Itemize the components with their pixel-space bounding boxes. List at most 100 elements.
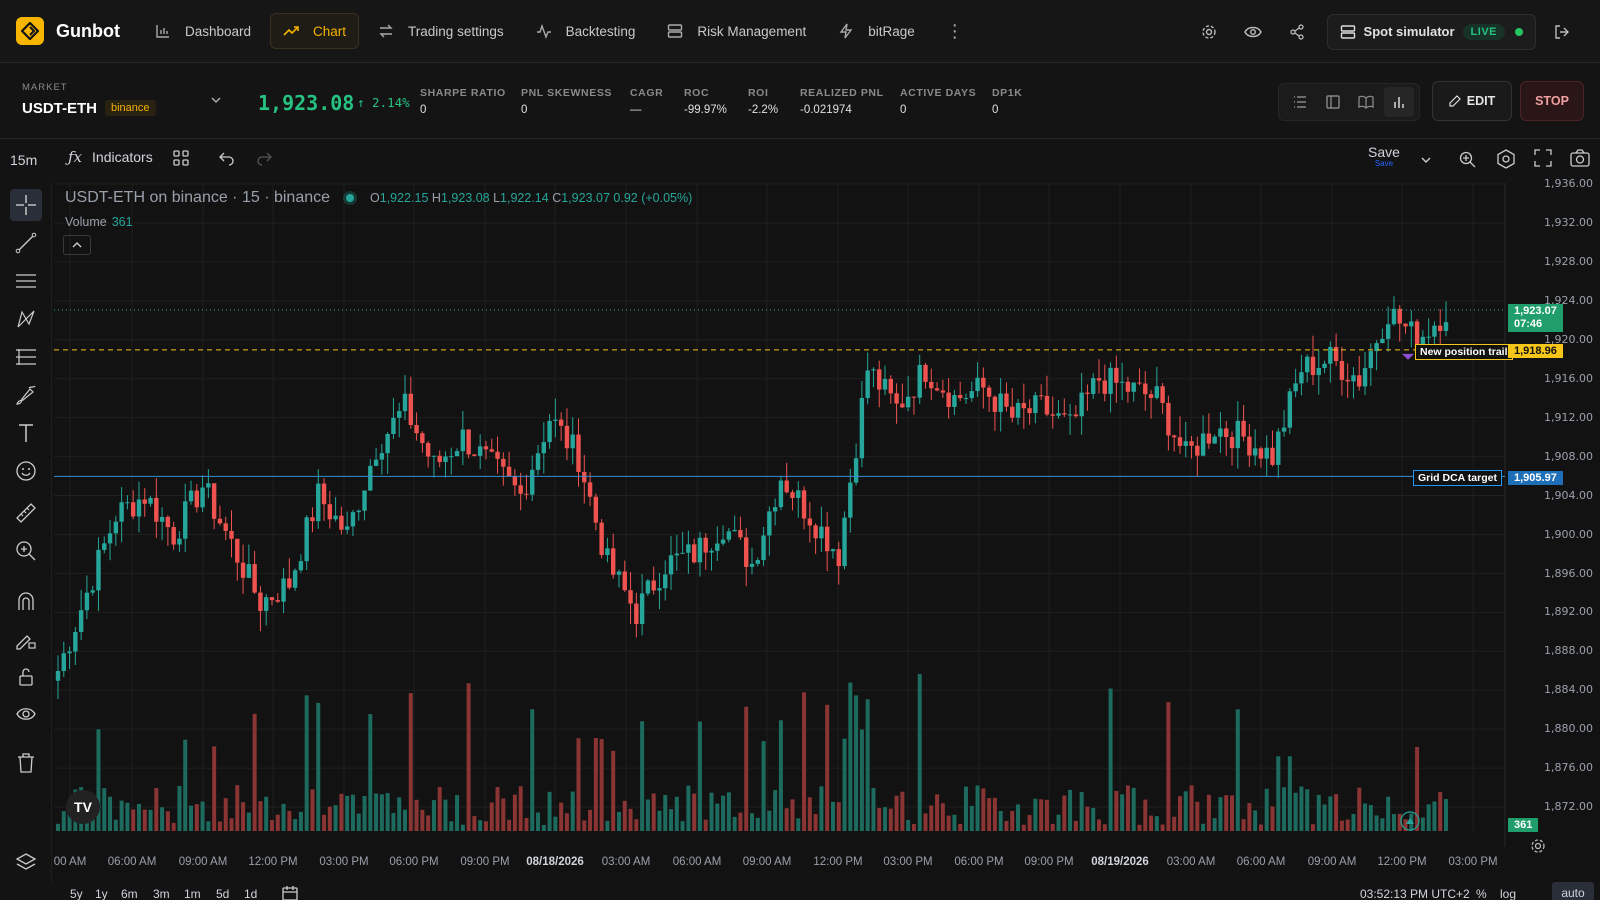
stop-button[interactable]: STOP — [1520, 81, 1584, 121]
save-dropdown-chevron-icon[interactable] — [1420, 153, 1432, 171]
calendar-icon[interactable] — [282, 886, 298, 900]
quick-search-icon[interactable] — [1458, 149, 1478, 174]
lock-icon[interactable] — [10, 661, 42, 693]
sidebar-view-icon[interactable] — [1318, 87, 1348, 117]
candle-body — [686, 544, 691, 553]
settings-gear-icon[interactable] — [1191, 14, 1227, 50]
bolt-icon — [839, 23, 853, 39]
share-icon[interactable] — [1279, 14, 1315, 50]
hide-drawings-icon[interactable] — [10, 699, 42, 731]
price-chart[interactable] — [54, 183, 1600, 847]
volume-bar — [327, 806, 332, 831]
chevron-down-icon[interactable] — [210, 93, 222, 111]
app-logo[interactable]: Gunbot — [16, 17, 120, 45]
undo-icon[interactable] — [218, 149, 236, 172]
range-button-3m[interactable]: 3m — [153, 887, 170, 900]
candle-body — [1409, 321, 1414, 327]
text-tool-icon[interactable] — [10, 417, 42, 449]
auto-scale-toggle[interactable]: auto — [1552, 882, 1594, 900]
nav-backtesting[interactable]: Backtesting — [523, 13, 649, 49]
market-pair[interactable]: USDT-ETH — [22, 100, 97, 117]
book-view-icon[interactable] — [1351, 87, 1381, 117]
camera-icon[interactable] — [1570, 149, 1590, 172]
pattern-icon[interactable] — [10, 303, 42, 335]
object-tree-icon[interactable] — [10, 847, 42, 879]
logout-icon[interactable] — [1544, 14, 1580, 50]
volume-bar — [969, 805, 974, 831]
zoom-in-icon[interactable] — [10, 535, 42, 567]
magnet-icon[interactable] — [10, 585, 42, 617]
volume-bar — [657, 810, 662, 831]
volume-bar — [1287, 756, 1292, 831]
list-view-icon[interactable] — [1285, 87, 1315, 117]
candle-body — [1131, 382, 1136, 392]
timeframe-selector[interactable]: 15m — [10, 152, 37, 168]
volume-bar — [1114, 790, 1119, 831]
nav-risk-management[interactable]: Risk Management — [654, 13, 819, 49]
trash-icon[interactable] — [10, 747, 42, 779]
candle-body — [720, 539, 726, 544]
volume-bar — [1374, 815, 1379, 831]
percent-scale-toggle[interactable]: % — [1476, 887, 1487, 900]
volume-bar — [1004, 820, 1009, 831]
range-button-5y[interactable]: 5y — [70, 887, 83, 900]
nav-bitrage[interactable]: bitRage — [825, 13, 928, 49]
range-button-5d[interactable]: 5d — [216, 887, 229, 900]
candle-body — [1004, 393, 1009, 407]
volume-bar — [547, 791, 552, 831]
templates-grid-icon[interactable] — [172, 149, 190, 172]
indicators-button[interactable]: ƒx Indicators — [68, 148, 153, 166]
stat-active-days: ACTIVE DAYS 0 — [900, 87, 976, 116]
eye-icon[interactable] — [1235, 14, 1271, 50]
fullscreen-icon[interactable] — [1534, 149, 1552, 172]
brush-icon[interactable] — [10, 379, 42, 411]
edit-button[interactable]: EDIT — [1432, 81, 1512, 121]
volume-bar — [304, 695, 309, 831]
save-button[interactable]: Save Save — [1368, 144, 1400, 168]
trend-line-icon[interactable] — [10, 227, 42, 259]
lock-pencil-icon[interactable] — [10, 623, 42, 655]
more-menu-icon[interactable]: ⋮ — [934, 21, 976, 42]
volume-bar — [1380, 818, 1385, 831]
volume-bar — [1016, 804, 1021, 831]
redo-icon[interactable] — [255, 149, 273, 172]
fib-retracement-icon[interactable] — [10, 341, 42, 373]
candle-body — [547, 420, 552, 443]
bar-chart-icon — [156, 25, 169, 38]
range-button-1d[interactable]: 1d — [244, 887, 257, 900]
range-button-6m[interactable]: 6m — [121, 887, 138, 900]
time-axis-label: 06:00 AM — [672, 856, 722, 868]
candle-body — [269, 597, 275, 601]
collapse-legend-button[interactable] — [63, 235, 91, 255]
candle-body — [206, 483, 211, 488]
range-button-1y[interactable]: 1y — [95, 887, 108, 900]
volume-bar — [241, 802, 246, 831]
range-button-1m[interactable]: 1m — [184, 887, 201, 900]
axis-settings-icon[interactable] — [1530, 838, 1546, 859]
nav-label: bitRage — [868, 23, 915, 39]
volume-bar — [1426, 804, 1431, 831]
volume-bar — [136, 803, 141, 831]
chart-view-icon[interactable] — [1383, 87, 1414, 117]
ruler-icon[interactable] — [10, 497, 42, 529]
volume-bar — [1062, 795, 1067, 831]
mode-selector[interactable]: Spot simulator LIVE — [1326, 13, 1536, 50]
log-scale-toggle[interactable]: log — [1500, 887, 1516, 900]
timezone-clock[interactable]: 03:52:13 PM UTC+2 — [1360, 887, 1470, 900]
volume-bar — [1351, 814, 1356, 831]
nav-trading-settings[interactable]: Trading settings — [365, 13, 517, 49]
volume-bar — [148, 809, 153, 831]
emoji-icon[interactable] — [10, 455, 42, 487]
tradingview-logo-icon[interactable]: TV — [66, 790, 100, 824]
edit-label: EDIT — [1466, 94, 1496, 108]
candle-body — [1224, 428, 1229, 438]
dca-price-tag: 1,905.97 — [1508, 471, 1563, 485]
horizontal-lines-icon[interactable] — [10, 265, 42, 297]
close-label: C — [552, 191, 562, 205]
crosshair-icon[interactable] — [10, 189, 42, 221]
candle-body — [252, 564, 257, 593]
nav-chart[interactable]: Chart — [270, 13, 360, 49]
nav-dashboard[interactable]: Dashboard — [142, 13, 264, 49]
candle-body — [929, 381, 934, 389]
chart-settings-icon[interactable] — [1496, 149, 1516, 174]
